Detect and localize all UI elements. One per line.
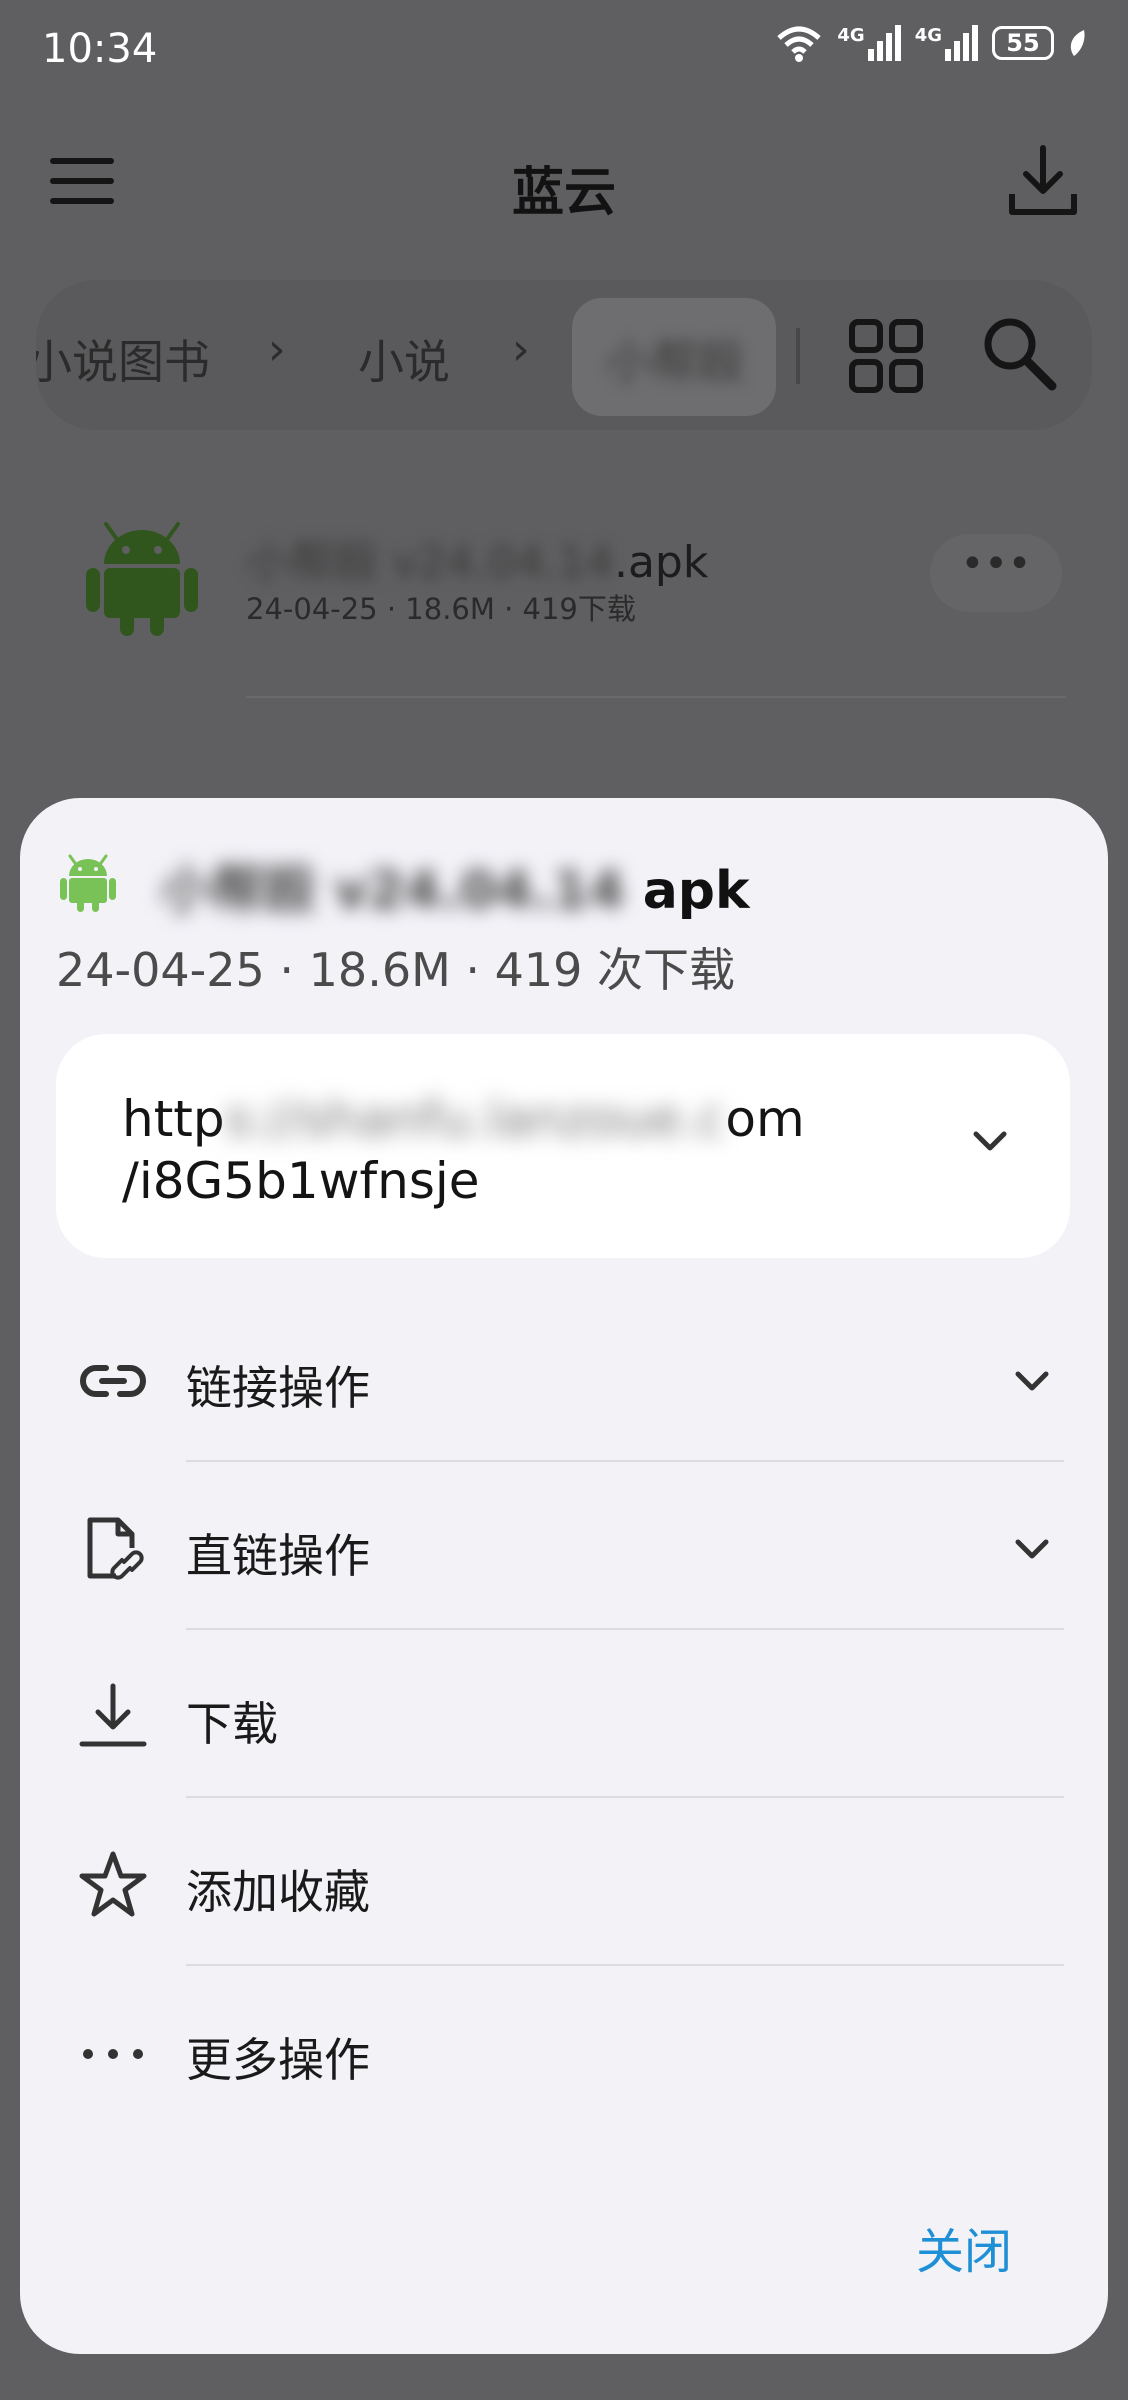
leaf-icon — [1070, 30, 1085, 56]
breadcrumb-item-1[interactable]: 小说 — [358, 326, 450, 392]
action-label: 链接操作 — [186, 1361, 370, 1415]
url-line2: /i8G5b1wfnsje — [122, 1152, 480, 1210]
url-suffix: om — [725, 1090, 805, 1148]
url-prefix: http — [122, 1090, 225, 1148]
action-label: 添加收藏 — [186, 1865, 370, 1919]
divider — [186, 1964, 1064, 1966]
signal-1-icon: 4G — [837, 25, 901, 61]
network-type-2: 4G — [914, 25, 942, 46]
android-icon — [86, 522, 198, 636]
list-item[interactable]: 小帮殴 v24.04.14.apk 24-04-25 · 18.6M · 419… — [0, 490, 1128, 698]
file-link-icon — [87, 1517, 144, 1580]
status-bar: 10:34 4G 4G 55 — [0, 0, 1128, 100]
status-icons: 4G 4G 55 — [775, 24, 1088, 62]
divider — [796, 328, 800, 384]
action-label: 下载 — [186, 1697, 278, 1751]
star-icon — [79, 1851, 147, 1917]
more-icon — [83, 2049, 143, 2059]
action-label: 直链操作 — [186, 1529, 370, 1583]
file-name: 小帮殴 v24.04.14.apk — [246, 526, 708, 590]
file-name-blurred: 小帮殴 v24.04.14 — [246, 537, 614, 588]
signal-2-icon: 4G — [915, 25, 978, 61]
breadcrumb-current-label: 小帮殴 — [606, 335, 744, 389]
wifi-icon — [777, 26, 822, 62]
sheet-title: 小帮殴 v24.04.14 apk — [160, 848, 750, 923]
file-meta: 24-04-25 · 18.6M · 419下载 — [246, 592, 636, 626]
url-text[interactable]: https://shanfu.lanzoue.com /i8G5b1wfnsje — [122, 1088, 922, 1212]
divider — [246, 696, 1066, 698]
app-bar: 蓝云 — [0, 120, 1128, 250]
grid-icon[interactable] — [848, 318, 924, 394]
network-type-1: 4G — [837, 25, 865, 46]
download-icon[interactable] — [1008, 144, 1078, 218]
chevron-down-icon — [1015, 1539, 1049, 1559]
breadcrumb-current[interactable]: 小帮殴 — [572, 298, 776, 416]
chevron-right-icon: › — [512, 324, 530, 375]
action-download[interactable]: 下载 — [20, 1632, 1108, 1798]
file-ext: .apk — [613, 537, 709, 588]
close-button[interactable]: 关闭 — [916, 2212, 1012, 2282]
battery-icon: 55 — [992, 26, 1054, 60]
breadcrumb: 小说图书 › 小说 › 小帮殴 — [36, 280, 1092, 430]
bottom-sheet: 小帮殴 v24.04.14 apk 24-04-25 · 18.6M · 419… — [20, 798, 1108, 2354]
status-time: 10:34 — [42, 26, 158, 72]
action-link-ops[interactable]: 链接操作 — [20, 1296, 1108, 1462]
chevron-down-icon[interactable] — [970, 1128, 1010, 1156]
search-icon[interactable] — [980, 314, 1058, 392]
more-button[interactable]: ••• — [930, 534, 1062, 612]
link-icon — [80, 1365, 146, 1397]
chevron-down-icon — [1015, 1371, 1049, 1391]
android-icon — [60, 854, 116, 912]
divider — [186, 1796, 1064, 1798]
action-more-ops[interactable]: 更多操作 — [20, 1968, 1108, 2134]
divider — [186, 1460, 1064, 1462]
sheet-title-ext: apk — [642, 861, 750, 921]
action-direct-link-ops[interactable]: 直链操作 — [20, 1464, 1108, 1630]
breadcrumb-item-0[interactable]: 小说图书 — [36, 326, 210, 392]
action-label: 更多操作 — [186, 2033, 370, 2087]
divider — [186, 1628, 1064, 1630]
sheet-meta: 24-04-25 · 18.6M · 419 次下载 — [56, 943, 736, 997]
action-add-favorite[interactable]: 添加收藏 — [20, 1800, 1108, 1966]
url-card[interactable]: https://shanfu.lanzoue.com /i8G5b1wfnsje — [56, 1034, 1070, 1258]
download-icon — [79, 1683, 147, 1747]
sheet-title-blurred: 小帮殴 v24.04.14 — [160, 861, 625, 921]
url-blurred: s://shanfu.lanzoue.c — [224, 1090, 726, 1148]
chevron-right-icon: › — [268, 324, 286, 375]
app-title: 蓝云 — [511, 163, 616, 223]
